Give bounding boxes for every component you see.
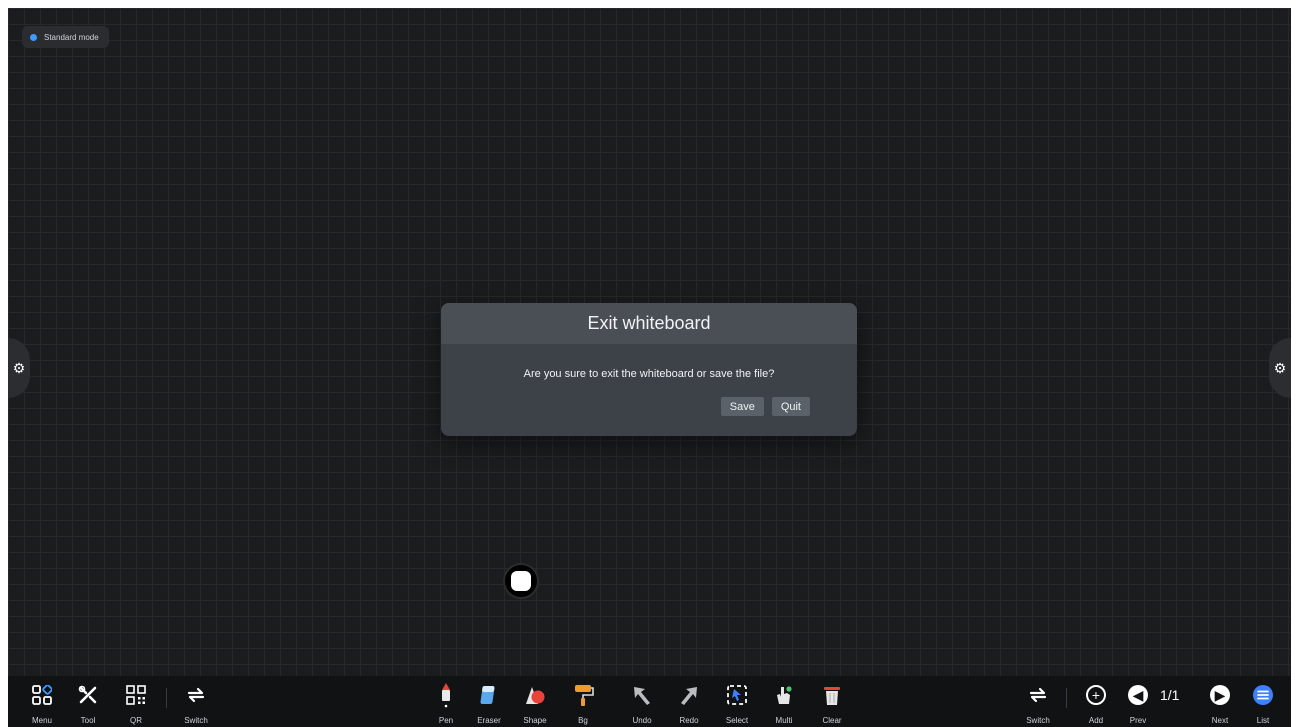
tool-button[interactable]: Tool <box>66 682 110 725</box>
tools-icon <box>78 682 98 708</box>
list-label: List <box>1256 716 1270 725</box>
select-icon <box>726 682 748 708</box>
qr-label: QR <box>130 716 142 725</box>
qr-code-icon <box>126 682 146 708</box>
clear-label: Clear <box>822 716 842 725</box>
undo-label: Undo <box>632 716 652 725</box>
switch-label: Switch <box>184 716 208 725</box>
mode-badge[interactable]: Standard mode <box>22 26 109 48</box>
mode-status-dot <box>30 33 37 41</box>
menu-label: Menu <box>31 716 52 725</box>
eraser-label: Eraser <box>477 716 501 725</box>
add-page-button[interactable]: + Add <box>1074 682 1118 725</box>
toolbar-divider <box>166 688 167 708</box>
tool-label: Tool <box>80 716 96 725</box>
qr-button[interactable]: QR <box>114 682 158 725</box>
redo-icon <box>678 682 700 708</box>
exit-dialog: Exit whiteboard Are you sure to exit the… <box>441 303 857 436</box>
prev-page-button[interactable]: ◀ Prev <box>1116 682 1160 725</box>
shape-button[interactable]: Shape <box>513 682 557 725</box>
undo-icon <box>631 682 653 708</box>
dialog-title: Exit whiteboard <box>441 303 857 344</box>
menu-button[interactable]: Menu <box>20 682 64 725</box>
square-icon <box>511 571 531 591</box>
multi-button[interactable]: Multi <box>762 682 806 725</box>
clear-button[interactable]: Clear <box>810 682 854 725</box>
switch-label: Switch <box>1026 716 1050 725</box>
floating-menu-button[interactable] <box>503 563 539 599</box>
background-label: Bg <box>578 716 588 725</box>
paint-roller-icon <box>572 682 594 708</box>
right-settings-handle[interactable]: ⚙ <box>1269 338 1291 398</box>
whiteboard-canvas[interactable]: Standard mode ⚙ ⚙ Exit whiteboard Are yo… <box>8 8 1291 727</box>
dialog-message: Are you sure to exit the whiteboard or s… <box>523 368 775 380</box>
select-label: Select <box>725 716 749 725</box>
switch-icon <box>186 682 206 708</box>
multi-touch-icon <box>773 682 795 708</box>
eraser-button[interactable]: Eraser <box>467 682 511 725</box>
undo-button[interactable]: Undo <box>620 682 664 725</box>
switch-button-left[interactable]: Switch <box>174 682 218 725</box>
quit-button[interactable]: Quit <box>771 397 810 416</box>
menu-grid-icon <box>32 682 52 708</box>
pen-label: Pen <box>438 716 454 725</box>
shape-icon <box>524 682 546 708</box>
switch-icon <box>1028 682 1048 708</box>
select-button[interactable]: Select <box>715 682 759 725</box>
page-list-button[interactable]: List <box>1241 682 1285 725</box>
toolbar-divider <box>1066 688 1067 708</box>
eraser-icon <box>479 682 499 708</box>
trash-icon <box>821 682 843 708</box>
gear-icon: ⚙ <box>1273 359 1287 376</box>
page-list-icon <box>1252 682 1274 708</box>
multi-label: Multi <box>775 716 793 725</box>
switch-button-right[interactable]: Switch <box>1016 682 1060 725</box>
next-label: Next <box>1211 716 1229 725</box>
redo-label: Redo <box>679 716 699 725</box>
redo-button[interactable]: Redo <box>667 682 711 725</box>
page-indicator: 1/1 <box>1160 687 1180 703</box>
next-page-icon: ▶ <box>1210 682 1230 708</box>
gear-icon: ⚙ <box>12 359 26 376</box>
pen-button[interactable]: Pen <box>424 682 468 725</box>
next-page-button[interactable]: ▶ Next <box>1198 682 1242 725</box>
bottom-toolbar: Menu Tool QR Switch Pen Eraser Shape Bg … <box>8 676 1291 727</box>
add-label: Add <box>1088 716 1104 725</box>
prev-page-icon: ◀ <box>1128 682 1148 708</box>
save-button[interactable]: Save <box>720 397 764 416</box>
add-page-icon: + <box>1086 682 1106 708</box>
shape-label: Shape <box>523 716 547 725</box>
mode-label: Standard mode <box>44 32 99 42</box>
prev-label: Prev <box>1129 716 1147 725</box>
left-settings-handle[interactable]: ⚙ <box>8 338 30 398</box>
pen-icon <box>438 682 454 708</box>
background-button[interactable]: Bg <box>561 682 605 725</box>
